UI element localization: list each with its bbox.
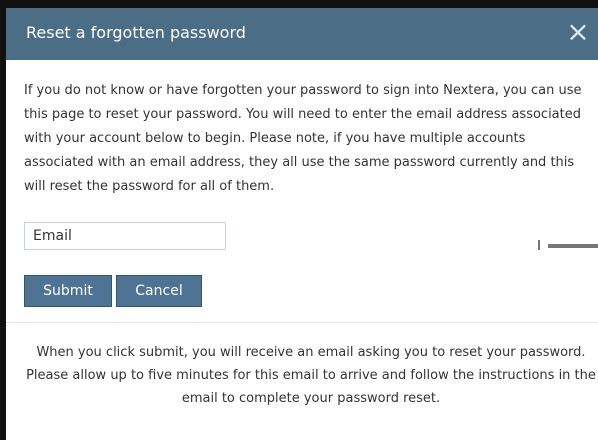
dialog-title: Reset a forgotten password bbox=[26, 23, 246, 42]
close-button[interactable]: × bbox=[564, 18, 592, 46]
instructions-text: If you do not know or have forgotten you… bbox=[24, 83, 582, 194]
dialog-header: Reset a forgotten password × bbox=[6, 8, 598, 60]
dialog-divider bbox=[6, 322, 598, 323]
status-message: When you click submit, you will receive … bbox=[26, 345, 596, 406]
decorative-tick bbox=[538, 240, 540, 250]
window-top-border bbox=[0, 0, 598, 8]
cancel-button[interactable]: Cancel bbox=[116, 275, 202, 307]
close-icon: × bbox=[566, 15, 590, 48]
email-field[interactable] bbox=[24, 222, 226, 250]
reset-password-dialog: Reset a forgotten password × If you do n… bbox=[0, 0, 598, 440]
window-left-border bbox=[0, 0, 6, 440]
decorative-bar bbox=[548, 244, 598, 248]
submit-button[interactable]: Submit bbox=[24, 275, 112, 307]
